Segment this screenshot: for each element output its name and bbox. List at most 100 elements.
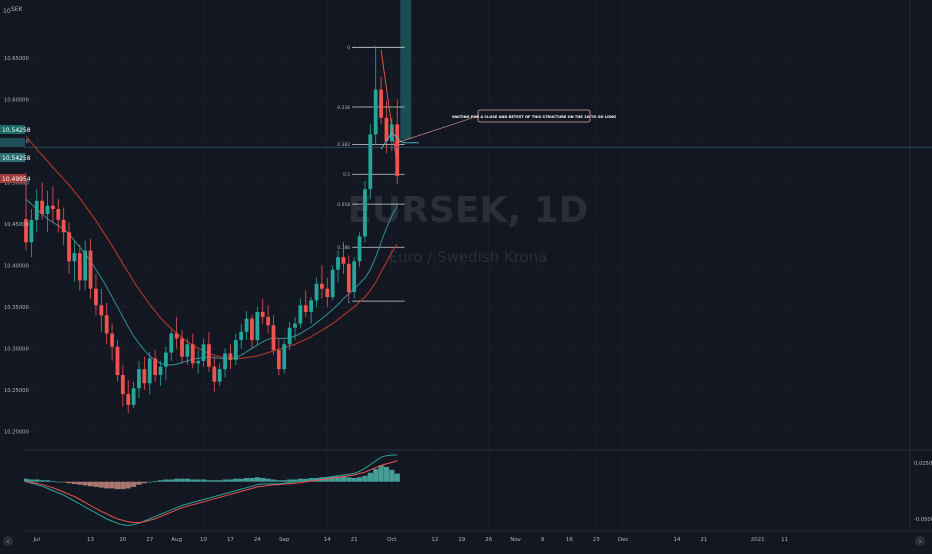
histogram-bar-45 [265,478,271,482]
chart-canvas[interactable]: EURSEK, 1D Euro / Swedish Krona 0 0.236 0.… [0,0,932,550]
candle-body-13 [94,288,98,306]
candle-body-57 [330,269,335,298]
histogram-bar-65 [373,469,379,482]
price-tick-label-1: 10.25000 [4,388,29,394]
histogram-bar-44 [260,478,266,482]
time-tick-label-16: 9 [541,537,545,543]
candle-body-16 [110,333,114,347]
candle-body-35 [212,366,217,382]
candle-body-66 [379,89,383,118]
histogram-bar-23 [147,481,153,483]
price-tick-label-5: 10.45000 [4,222,29,228]
ma-fast-badge [0,138,25,147]
candle-body-69 [395,124,400,176]
price-tick-label-4: 10.40000 [4,263,29,269]
histogram-bar-63 [362,475,368,482]
candle-body-21 [137,369,141,389]
histogram-bar-41 [243,478,250,482]
time-tick-label-18: 23 [593,537,600,543]
chart-background [0,0,932,550]
time-tick-label-20: 14 [673,537,680,543]
candle-body-3 [40,200,45,215]
time-tick-label-19: Dec [618,537,629,543]
histogram-bar-7 [61,481,67,483]
candle-body-33 [201,344,206,361]
time-tick-label-8: Sep [279,537,290,543]
candle-body-56 [325,288,330,298]
histogram-bar-12 [87,481,94,487]
price-tick-label-8: 10.60000 [4,98,29,104]
macd-tick-label-1: -0.05000 [914,517,932,523]
histogram-bar-4 [44,480,51,482]
candle-body-6 [56,209,61,220]
candle-body-24 [153,358,158,375]
time-tick-label-6: 17 [227,537,234,543]
fib-level-label-3: 0.5 [343,172,350,178]
candle-body-54 [314,283,319,301]
histogram-bar-18 [120,481,126,490]
histogram-bar-46 [270,479,277,482]
histogram-bar-0 [23,478,29,482]
candle-body-44 [260,311,265,317]
histogram-bar-17 [114,481,121,490]
histogram-bar-13 [93,481,99,487]
candle-body-59 [341,257,346,264]
histogram-bar-19 [125,481,131,489]
price-tick-label-3: 10.35000 [4,305,29,311]
candle-body-37 [223,353,227,370]
time-tick-label-13: 19 [458,537,465,543]
candle-body-67 [384,117,389,142]
candle-body-36 [217,369,222,382]
histogram-bar-24 [152,480,158,482]
candle-body-63 [363,189,367,237]
histogram-bar-30 [184,478,190,482]
price-tick-label-0: 10.20000 [4,429,29,435]
fib-level-label-6: 1 [347,299,350,305]
price-tick-label-9: 10.65000 [4,56,29,62]
histogram-bar-47 [276,480,282,482]
candle-body-4 [45,205,50,215]
fib-level-label-1: 0.236 [337,105,350,111]
histogram-bar-11 [82,481,88,486]
histogram-bar-32 [195,479,201,482]
histogram-bar-25 [157,480,164,482]
candle-body-25 [158,366,163,375]
fib-level-label-4: 0.618 [337,202,350,208]
multiplier-label: 10 [3,8,11,15]
histogram-bar-38 [227,479,234,482]
histogram-bar-68 [389,469,395,482]
candle-body-62 [357,236,362,262]
ma-badge-text: 10.49954 [2,176,31,183]
time-tick-label-11: Oct [387,537,397,543]
time-tick-label-22: 2021 [751,537,765,543]
histogram-bar-37 [222,479,228,482]
histogram-bar-9 [71,481,78,484]
histogram-bar-21 [136,481,142,485]
candle-body-5 [51,205,55,210]
histogram-bar-69 [394,473,400,482]
candle-body-42 [250,318,254,341]
histogram-bar-67 [383,466,390,482]
histogram-bar-20 [131,481,137,487]
histogram-bar-6 [55,481,61,483]
histogram-bar-10 [77,481,83,485]
time-tick-label-0: Jul [32,537,40,543]
histogram-bar-39 [233,478,239,482]
time-tick-label-15: Nov [510,537,521,543]
histogram-bar-16 [109,481,115,489]
candle-body-51 [298,305,303,324]
histogram-bar-62 [356,477,363,482]
histogram-bar-3 [39,480,45,482]
candle-body-1 [29,219,34,243]
target-box [400,0,412,140]
candle-body-12 [88,250,93,289]
candle-body-11 [83,250,88,281]
candle-body-32 [196,360,201,364]
candle-body-65 [373,89,378,135]
candle-body-49 [287,327,292,345]
last-price-badge-text-2: 10.54258 [2,155,31,162]
macd-tick-label-0: 0.02500 [914,461,932,467]
candle-body-52 [303,305,308,312]
histogram-bar-15 [104,481,110,489]
histogram-bar-59 [340,476,347,482]
